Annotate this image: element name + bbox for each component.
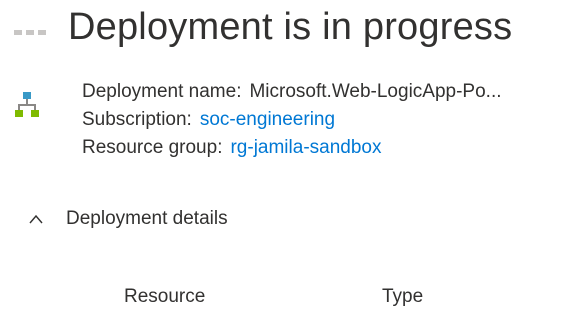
deployment-page: Deployment is in progress Deployment nam…	[0, 0, 584, 312]
deployment-name-value: Microsoft.Web-LogicApp-Po...	[249, 81, 502, 102]
chevron-up-icon	[29, 214, 43, 224]
page-title: Deployment is in progress	[68, 6, 513, 48]
resource-group-row: Resource group: rg-jamila-sandbox	[82, 134, 502, 162]
deployment-info: Deployment name: Microsoft.Web-LogicApp-P…	[82, 78, 502, 162]
page-header: Deployment is in progress	[0, 0, 584, 60]
deployment-details-toggle[interactable]: Deployment details	[28, 208, 228, 230]
column-header-resource[interactable]: Resource	[124, 286, 205, 308]
deployment-name-label: Deployment name:	[82, 81, 242, 102]
subscription-row: Subscription: soc-engineering	[82, 106, 502, 134]
subscription-link[interactable]: soc-engineering	[200, 109, 335, 130]
resource-group-link[interactable]: rg-jamila-sandbox	[230, 137, 381, 158]
loading-dots-icon	[14, 30, 46, 35]
resource-group-icon	[15, 92, 39, 117]
deployment-name-row: Deployment name: Microsoft.Web-LogicApp-P…	[82, 78, 502, 106]
deployment-details-label: Deployment details	[66, 208, 228, 229]
column-header-type[interactable]: Type	[382, 286, 423, 308]
subscription-label: Subscription:	[82, 109, 192, 130]
resource-group-label: Resource group:	[82, 137, 223, 158]
